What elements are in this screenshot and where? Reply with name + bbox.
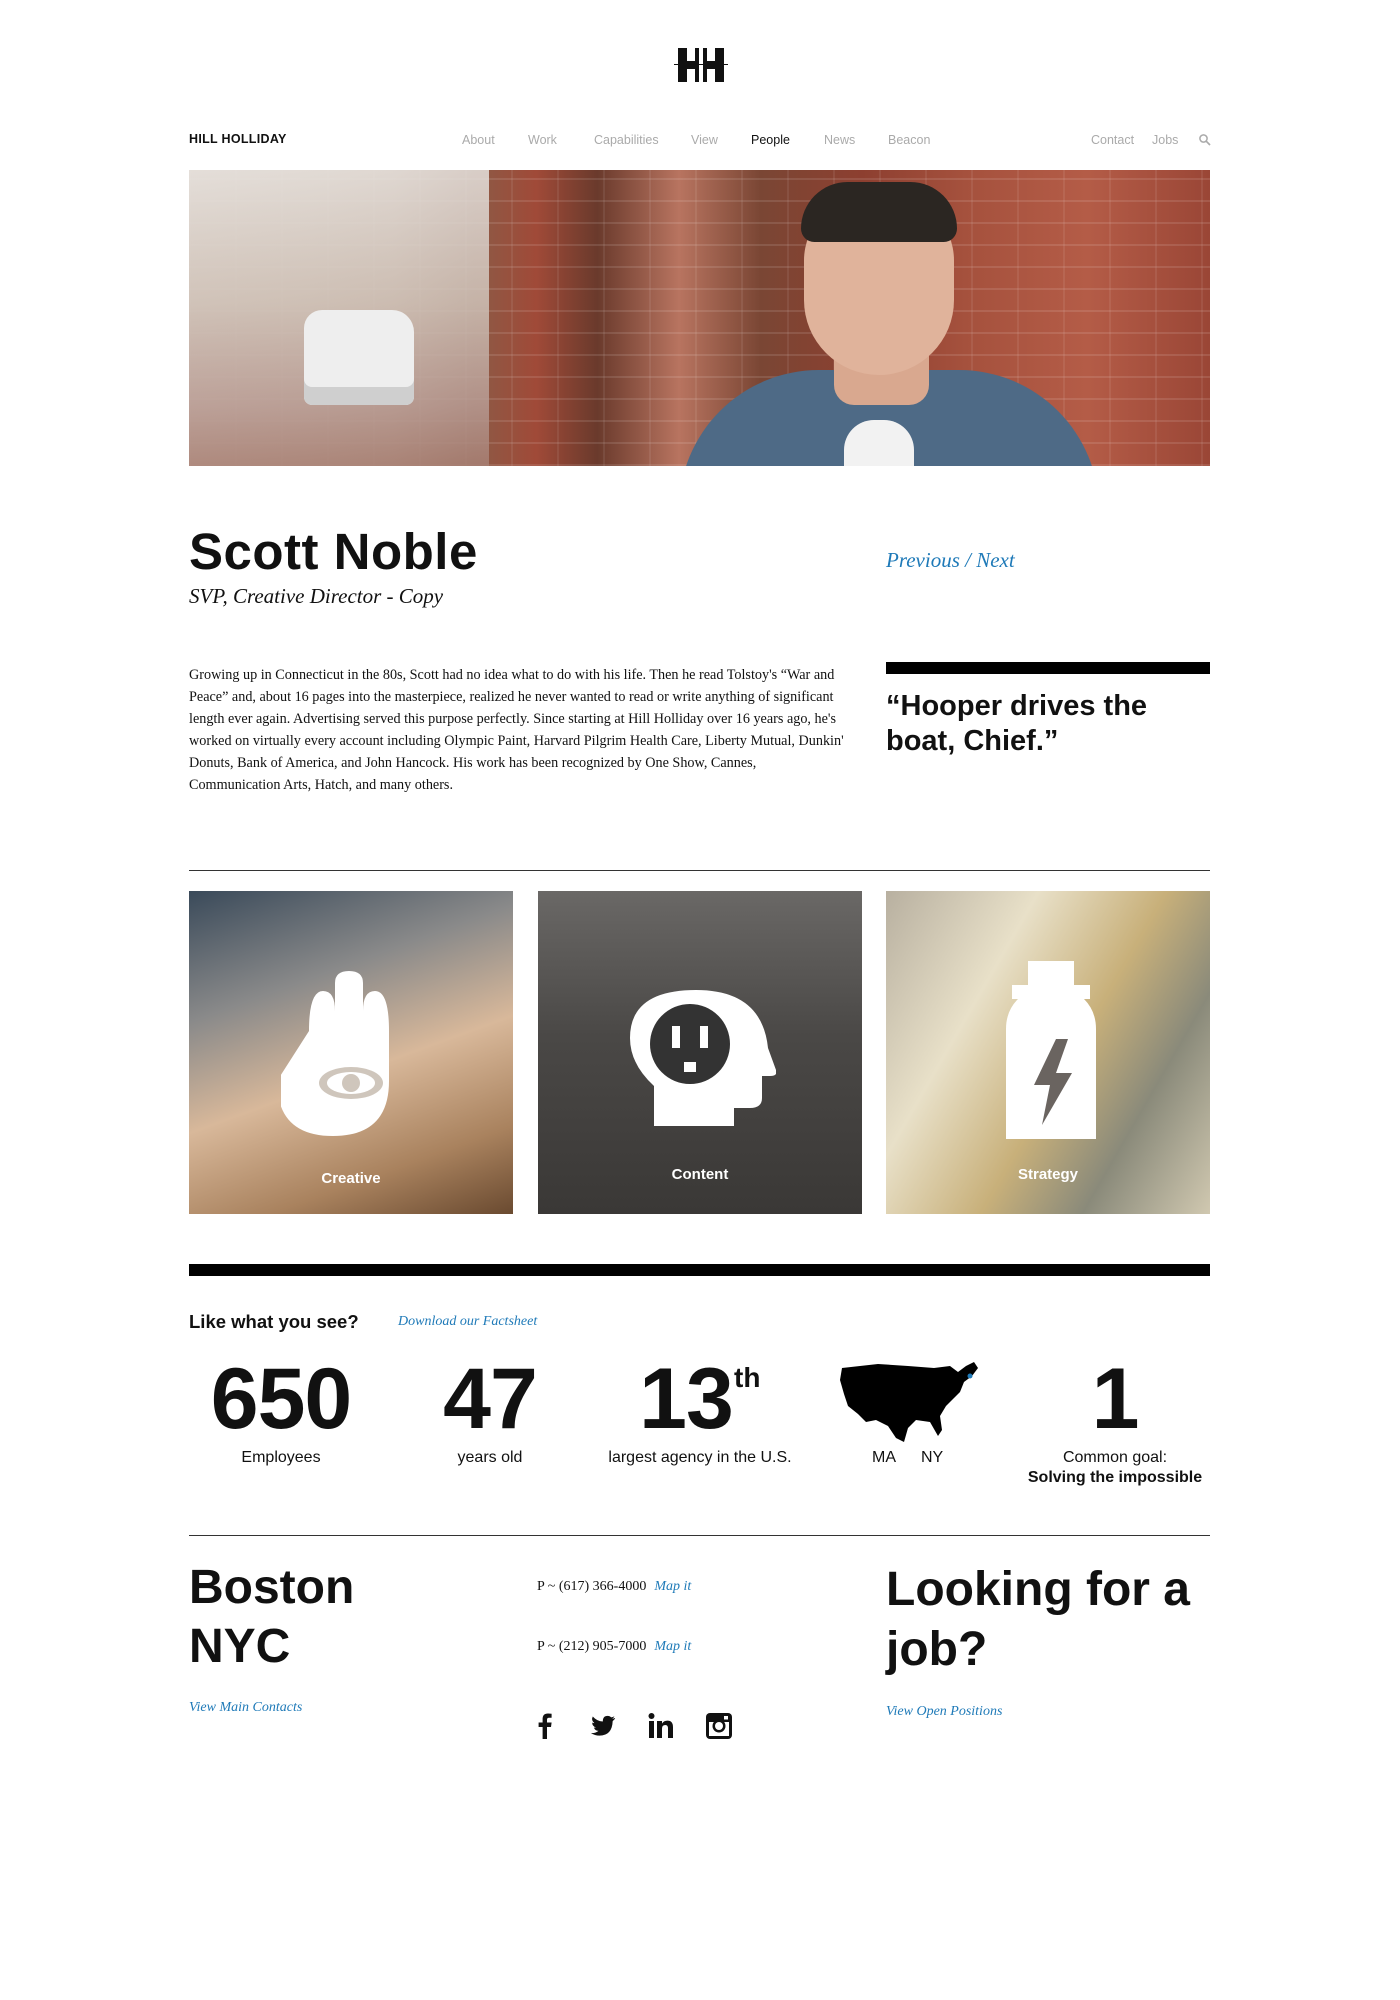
- head-outlet-icon: [630, 990, 776, 1126]
- tile-content[interactable]: Content: [538, 891, 862, 1214]
- stat-employees-label: Employees: [241, 1449, 321, 1466]
- stat-rank-value: 13: [639, 1351, 734, 1447]
- phone-number: P ~ (212) 905-7000: [537, 1639, 647, 1654]
- person-quote: “Hooper drives the boat, Chief.”: [886, 690, 1148, 757]
- nav-people[interactable]: People: [751, 133, 790, 147]
- facts-divider: [189, 1264, 1210, 1276]
- tile-strategy[interactable]: Strategy: [886, 891, 1210, 1214]
- facts-heading: Like what you see?: [189, 1311, 359, 1332]
- twitter-icon[interactable]: [588, 1711, 618, 1741]
- stat-goal-detail: Solving the impossible: [1027, 1469, 1203, 1486]
- view-open-positions-link[interactable]: View Open Positions: [886, 1704, 1002, 1720]
- prev-next-link[interactable]: Previous / Next: [886, 548, 1015, 573]
- tile-label: Content: [671, 1166, 729, 1183]
- hero-portrait: [189, 170, 1210, 466]
- city-nyc: NYC: [189, 1620, 291, 1673]
- footer-divider: [189, 1535, 1210, 1536]
- nav-capabilities[interactable]: Capabilities: [594, 133, 659, 147]
- stat-rank-suffix: th: [734, 1362, 761, 1393]
- map-it-link[interactable]: Map it: [654, 1639, 691, 1654]
- tile-creative[interactable]: Creative: [189, 891, 513, 1214]
- stat-rank-label: largest agency in the U.S.: [608, 1449, 792, 1466]
- phone-number: P ~ (617) 366-4000: [537, 1579, 647, 1594]
- person-title: SVP, Creative Director - Copy: [189, 584, 444, 608]
- person-bio: Growing up in Connecticut in the 80s, Sc…: [189, 667, 844, 793]
- nav-about[interactable]: About: [462, 133, 495, 147]
- download-factsheet-link[interactable]: Download our Factsheet: [398, 1314, 537, 1330]
- nav-jobs[interactable]: Jobs: [1152, 133, 1178, 147]
- stat-employees-value: 650: [210, 1351, 353, 1447]
- quote-divider: [886, 662, 1210, 674]
- person-name: Scott Noble: [189, 523, 478, 580]
- stat-goal-label: Common goal:: [1062, 1449, 1168, 1466]
- hand-eye-icon: [281, 971, 389, 1136]
- nav-view[interactable]: View: [691, 133, 718, 147]
- bottle-bolt-icon: [1006, 961, 1096, 1139]
- map-it-link[interactable]: Map it: [654, 1579, 691, 1594]
- job-heading: Looking for a job?: [886, 1563, 1190, 1676]
- usa-map-icon: [840, 1362, 978, 1442]
- nav-work[interactable]: Work: [528, 133, 557, 147]
- tile-label: Strategy: [1017, 1166, 1079, 1183]
- brand-name[interactable]: HILL HOLLIDAY: [189, 132, 287, 146]
- nav-beacon[interactable]: Beacon: [888, 133, 930, 147]
- phone-boston: P ~ (617) 366-4000 Map it: [537, 1579, 691, 1595]
- hh-monogram-icon[interactable]: [674, 44, 728, 86]
- view-main-contacts-link[interactable]: View Main Contacts: [189, 1700, 302, 1716]
- search-icon[interactable]: [1198, 133, 1212, 147]
- nav-contact[interactable]: Contact: [1091, 133, 1134, 147]
- nav-news[interactable]: News: [824, 133, 855, 147]
- stat-years-value: 47: [443, 1351, 538, 1447]
- instagram-icon[interactable]: [704, 1711, 734, 1741]
- city-boston: Boston: [189, 1561, 355, 1614]
- map-label-ma: MA: [872, 1449, 896, 1466]
- facebook-icon[interactable]: [530, 1711, 560, 1741]
- map-label-ny: NY: [921, 1449, 944, 1466]
- phone-nyc: P ~ (212) 905-7000 Map it: [537, 1639, 691, 1655]
- stat-goal-value: 1: [1091, 1351, 1140, 1447]
- linkedin-icon[interactable]: [646, 1711, 676, 1741]
- stat-years-label: years old: [457, 1449, 523, 1466]
- section-divider: [189, 870, 1210, 871]
- tile-label: Creative: [321, 1170, 381, 1187]
